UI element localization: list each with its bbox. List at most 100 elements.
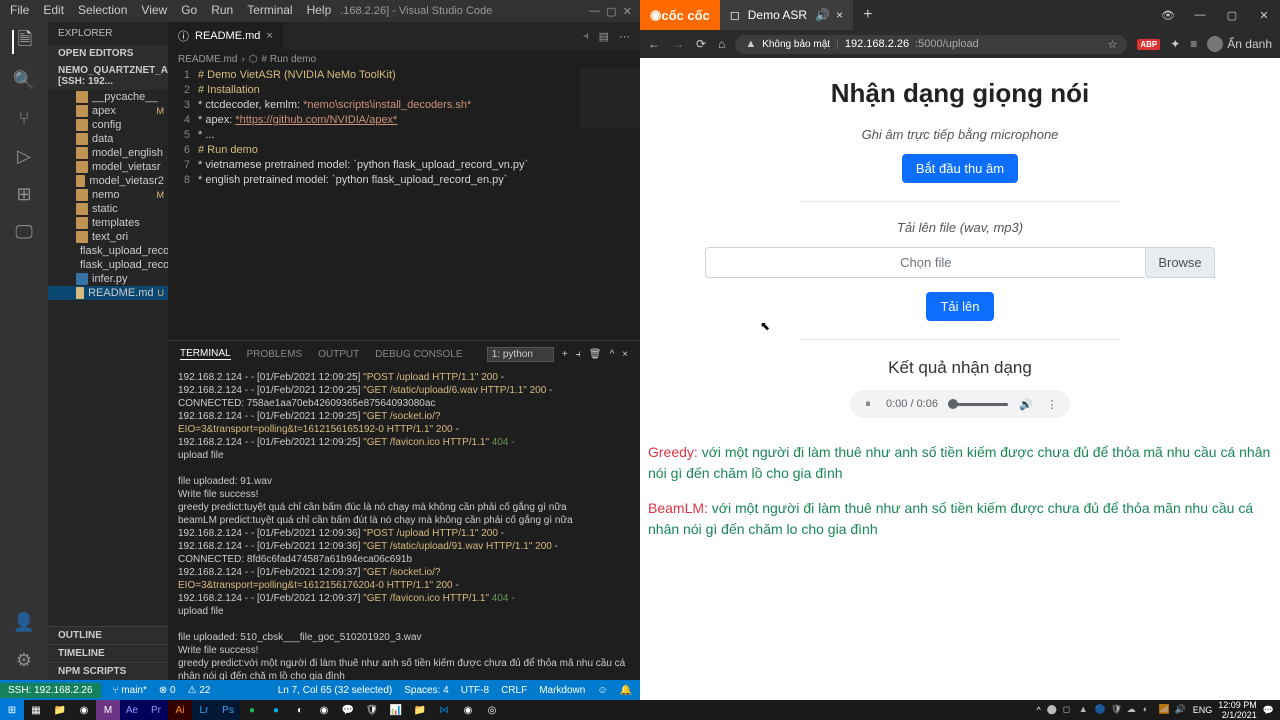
win-min-icon[interactable]: —: [1184, 0, 1216, 30]
coccoc-logo[interactable]: ◉ cốc cốc: [640, 0, 720, 30]
app-task-icon[interactable]: 💬: [336, 700, 360, 720]
volume-tray-icon[interactable]: 🔊: [1175, 704, 1187, 716]
chrome-icon[interactable]: ◉: [312, 700, 336, 720]
eol-status[interactable]: CRLF: [501, 685, 527, 696]
gear-icon[interactable]: ⚙: [12, 648, 36, 672]
editor-tab-readme[interactable]: ⓘ README.md ×: [168, 22, 283, 50]
browse-button[interactable]: Browse: [1145, 247, 1214, 278]
volume-icon[interactable]: 🔊: [1018, 396, 1034, 412]
problems-tab[interactable]: PROBLEMS: [247, 349, 303, 360]
app-task-icon[interactable]: Lr: [192, 700, 216, 720]
encoding-status[interactable]: UTF-8: [461, 685, 489, 696]
tray-icon[interactable]: ◐: [1143, 704, 1155, 716]
tree-item[interactable]: infer.py: [48, 272, 168, 286]
indent-status[interactable]: Spaces: 4: [404, 685, 448, 696]
new-terminal-icon[interactable]: +: [562, 349, 568, 360]
bell-icon[interactable]: 🔔: [620, 685, 632, 696]
audio-scrubber[interactable]: [948, 403, 1008, 406]
tray-icon[interactable]: 🛡: [1111, 704, 1123, 716]
app-task-icon[interactable]: ◐: [288, 700, 312, 720]
code-content[interactable]: # Demo VietASR (NVIDIA NeMo ToolKit) # I…: [198, 68, 640, 340]
app-task-icon[interactable]: Ae: [120, 700, 144, 720]
explorer-task-icon[interactable]: 📁: [48, 700, 72, 720]
app-task-icon[interactable]: Ps: [216, 700, 240, 720]
home-icon[interactable]: ⌂: [718, 37, 725, 51]
close-icon[interactable]: ✕: [623, 5, 632, 18]
maximize-panel-icon[interactable]: ^: [609, 349, 614, 360]
open-editors-section[interactable]: OPEN EDITORS: [48, 45, 168, 62]
breadcrumb[interactable]: README.md›⬡# Run demo: [168, 50, 640, 68]
skype-icon[interactable]: ●: [264, 700, 288, 720]
cursor-position[interactable]: Ln 7, Col 65 (32 selected): [278, 685, 393, 696]
tray-expand-icon[interactable]: ^: [1037, 705, 1041, 715]
git-branch[interactable]: ⑂ main*: [113, 685, 147, 696]
code-editor[interactable]: 12345678 # Demo VietASR (NVIDIA NeMo Too…: [168, 68, 640, 340]
tree-item[interactable]: README.mdU: [48, 286, 168, 300]
browser-tab[interactable]: ◻ Demo ASR 🔊 ×: [720, 0, 853, 30]
tray-icon[interactable]: ☁: [1127, 704, 1139, 716]
close-tab-icon[interactable]: ×: [266, 30, 272, 42]
tree-item[interactable]: __pycache__: [48, 90, 168, 104]
outline-section[interactable]: OUTLINE: [48, 626, 168, 644]
tree-item[interactable]: model_english: [48, 146, 168, 160]
file-input[interactable]: Chọn file: [705, 247, 1145, 278]
tab-close-icon[interactable]: ×: [836, 8, 843, 22]
tray-icon[interactable]: ▲: [1079, 704, 1091, 716]
warnings-status[interactable]: ⚠ 22: [188, 685, 211, 696]
tree-item[interactable]: model_vietasr2: [48, 174, 168, 188]
search-icon[interactable]: 🔍: [12, 68, 36, 92]
tree-item[interactable]: nemoM: [48, 188, 168, 202]
tree-item[interactable]: templates: [48, 216, 168, 230]
split-icon[interactable]: ⫞: [583, 30, 589, 43]
debug-icon[interactable]: ▷: [12, 144, 36, 168]
output-tab[interactable]: OUTPUT: [318, 349, 359, 360]
notifications-icon[interactable]: 💬: [1263, 705, 1274, 716]
audio-player[interactable]: ⏸ 0:00 / 0:06 🔊 ⋮: [850, 390, 1070, 418]
tray-icon[interactable]: ⬤: [1047, 704, 1059, 716]
wifi-icon[interactable]: 📶: [1159, 704, 1171, 716]
clock[interactable]: 12:09 PM2/1/2021: [1218, 700, 1257, 720]
tray-icon[interactable]: 🔵: [1095, 704, 1107, 716]
reading-list-icon[interactable]: ≡: [1190, 37, 1197, 51]
edge-task-icon[interactable]: ◉: [72, 700, 96, 720]
address-bar[interactable]: ▲ Không bảo mật | 192.168.2.26:5000/uplo…: [735, 35, 1127, 54]
user-profile[interactable]: Ẩn danh: [1207, 36, 1272, 52]
scm-icon[interactable]: ⑂: [12, 106, 36, 130]
close-panel-icon[interactable]: ×: [622, 349, 628, 360]
remote-icon[interactable]: 🖵: [12, 220, 36, 244]
language-indicator[interactable]: ENG: [1193, 705, 1213, 715]
app-task-icon[interactable]: M: [96, 700, 120, 720]
back-icon[interactable]: ←: [648, 37, 660, 51]
forward-icon[interactable]: →: [672, 37, 684, 51]
vscode-menubar[interactable]: FileEditSelectionViewGoRunTerminalHelp: [0, 0, 341, 20]
app-task-icon[interactable]: 🛡: [360, 700, 384, 720]
adblock-icon[interactable]: ABP: [1137, 39, 1160, 50]
audio-menu-icon[interactable]: ⋮: [1044, 396, 1060, 412]
app-task-icon[interactable]: Ai: [168, 700, 192, 720]
maximize-icon[interactable]: ▢: [606, 5, 616, 18]
app-task-icon[interactable]: 📊: [384, 700, 408, 720]
terminal-tab[interactable]: TERMINAL: [180, 348, 231, 360]
win-max-icon[interactable]: ▢: [1216, 0, 1248, 30]
ssh-status[interactable]: SSH: 192.168.2.26: [0, 683, 101, 698]
new-tab-button[interactable]: +: [853, 0, 882, 30]
star-icon[interactable]: ☆: [1107, 38, 1117, 51]
coccoc-task-icon[interactable]: ◉: [456, 700, 480, 720]
upload-button[interactable]: Tải lên: [926, 292, 993, 321]
preview-icon[interactable]: ▤: [599, 30, 609, 43]
tab-mute-icon[interactable]: 🔊: [815, 8, 830, 22]
terminal-select[interactable]: 1: python: [487, 347, 554, 362]
minimize-icon[interactable]: —: [589, 5, 600, 17]
split-terminal-icon[interactable]: ⫞: [576, 349, 581, 360]
extensions-icon[interactable]: ⊞: [12, 182, 36, 206]
app-task-icon[interactable]: ◎: [480, 700, 504, 720]
language-status[interactable]: Markdown: [539, 685, 585, 696]
tree-item[interactable]: text_ori: [48, 230, 168, 244]
terminal-output[interactable]: 192.168.2.124 - - [01/Feb/2021 12:09:25]…: [168, 367, 640, 680]
tree-item[interactable]: data: [48, 132, 168, 146]
feedback-icon[interactable]: ☺: [597, 685, 607, 696]
minimap[interactable]: [580, 68, 640, 128]
tree-item[interactable]: flask_upload_record_en.py: [48, 244, 168, 258]
system-tray[interactable]: ⬤ ◻ ▲ 🔵 🛡 ☁ ◐ 📶 🔊: [1047, 704, 1187, 716]
debug-tab[interactable]: DEBUG CONSOLE: [375, 349, 462, 360]
